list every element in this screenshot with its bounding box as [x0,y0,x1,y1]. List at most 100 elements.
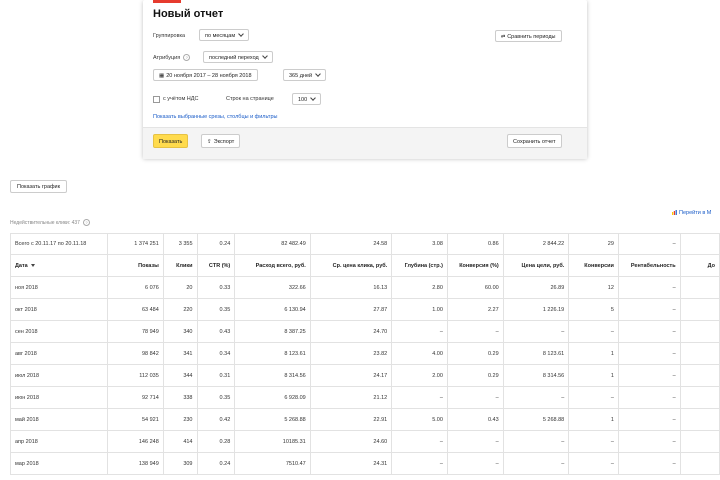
table-cell: 4.00 [391,342,448,365]
table-cell [679,276,720,299]
table-cell: – [617,386,681,409]
table-cell [679,233,720,255]
table-cell: – [617,342,681,365]
column-header[interactable]: Дата [9,254,109,277]
table-cell: 16.13 [309,276,393,299]
table-cell: 12 [568,276,619,299]
show-selected-link[interactable]: Показать выбранные срезы, столбцы и филь… [153,114,277,120]
column-header[interactable]: Цена цели, руб. [502,254,570,277]
grouping-value: по месяцам [205,33,236,39]
save-report-button[interactable]: Сохранить отчет [507,134,562,148]
show-button[interactable]: Показать [153,134,189,148]
table-cell: 23.82 [309,342,393,365]
compare-periods-button[interactable]: ⇄ Сравнить периоды [495,30,562,42]
table-cell: – [446,430,504,453]
column-header[interactable]: Расход всего, руб. [234,254,311,277]
column-header[interactable]: Клики [162,254,198,277]
table-cell: 82 482.49 [234,233,311,255]
table-cell: 0.43 [196,320,236,343]
table-cell: 7510.47 [234,452,311,475]
table-cell: авг 2018 [9,342,109,365]
table-cell: мар 2018 [9,452,109,475]
table-row: июл 2018 112 035 344 0.31 8 314.56 24.17 2.00 0… [9,364,720,387]
table-cell: 8 123.61 [502,342,570,365]
date-range-picker[interactable]: ▦ 20 ноября 2017 – 28 ноября 2018 [153,69,258,81]
table-cell: 63 484 [107,298,164,321]
table-cell: 6 130.94 [234,298,311,321]
column-header[interactable]: Показы [107,254,164,277]
period-value: 365 дней [289,73,313,79]
table-cell: 0.31 [196,364,236,387]
table-cell: – [617,364,681,387]
table-cell: 24.60 [309,430,393,453]
table-cell: 1 [568,408,619,431]
grouping-label: Группировка [153,33,186,39]
export-button[interactable]: ⇪ Экспорт [201,134,241,148]
table-cell: Всего с 20.11.17 по 20.11.18 [9,233,109,255]
table-cell: 146 248 [107,430,164,453]
goto-link[interactable]: Перейти в М [672,210,711,216]
show-graph-button[interactable]: Показать график [10,180,68,193]
help-icon[interactable]: ? [183,54,191,61]
table-cell: 92 714 [107,386,164,409]
rows-per-page-select[interactable]: 100 [292,93,322,105]
table-cell: 24.70 [309,320,393,343]
table-cell [679,320,720,343]
table-cell: 414 [162,430,198,453]
attribution-select[interactable]: последний переход [203,51,273,63]
table-cell: 322.66 [234,276,311,299]
table-cell: – [502,430,570,453]
table-cell [679,364,720,387]
column-header[interactable]: Глубина (стр.) [391,254,448,277]
table-cell: – [617,298,681,321]
table-cell: – [446,452,504,475]
table-cell: 0.29 [446,342,504,365]
table-cell: 2 844.22 [502,233,570,255]
stats-table: Всего с 20.11.17 по 20.11.18 1 374 251 3 3… [9,233,720,475]
table-cell: 1 374 251 [107,233,164,255]
table-cell: 0.35 [196,298,236,321]
table-row: авг 2018 98 842 341 0.34 8 123.61 23.82 4.00 0.… [9,342,720,365]
period-select[interactable]: 365 дней [283,69,327,81]
table-cell: 6 928.09 [234,386,311,409]
column-header[interactable]: Конверсия (%) [446,254,504,277]
table-cell: – [502,386,570,409]
chevron-down-icon [310,95,317,101]
table-cell: 5 [568,298,619,321]
column-header[interactable]: CTR (%) [196,254,236,277]
table-cell: 54 921 [107,408,164,431]
table-cell: 230 [162,408,198,431]
table-cell: май 2018 [9,408,109,431]
table-cell: 5 268.88 [234,408,311,431]
chart-bars-icon [672,210,677,216]
table-cell: 0.43 [446,408,504,431]
help-icon[interactable]: ? [82,219,90,226]
table-cell [679,298,720,321]
column-header[interactable]: Ср. цена клика, руб. [309,254,393,277]
table-cell: 0.35 [196,386,236,409]
table-cell: – [391,430,448,453]
table-cell: 8 314.56 [234,364,311,387]
table-row: ноя 2018 6 076 20 0.33 322.66 16.13 2.80 60.00 2… [9,276,720,299]
column-header[interactable]: Конверсии [568,254,619,277]
table-cell: 98 842 [107,342,164,365]
table-cell: 3.08 [391,233,448,255]
rows-per-page-label: Строк на странице [226,96,274,102]
grouping-select[interactable]: по месяцам [199,29,250,41]
table-cell: – [617,276,681,299]
table-cell: – [617,452,681,475]
column-header[interactable]: До [679,254,720,277]
table-cell: 8 314.56 [502,364,570,387]
table-cell: 29 [568,233,619,255]
table-cell: 309 [162,452,198,475]
table-cell: 8 387.25 [234,320,311,343]
table-cell: сен 2018 [9,320,109,343]
table-cell: 26.89 [502,276,570,299]
vat-checkbox[interactable] [153,96,160,103]
table-row: июн 2018 92 714 338 0.35 6 928.09 21.12– – – – – [9,386,720,409]
table-cell: 0.33 [196,276,236,299]
column-header[interactable]: Рентабельность [617,254,681,277]
table-cell: 340 [162,320,198,343]
table-cell [679,408,720,431]
export-label: Экспорт [213,139,235,145]
